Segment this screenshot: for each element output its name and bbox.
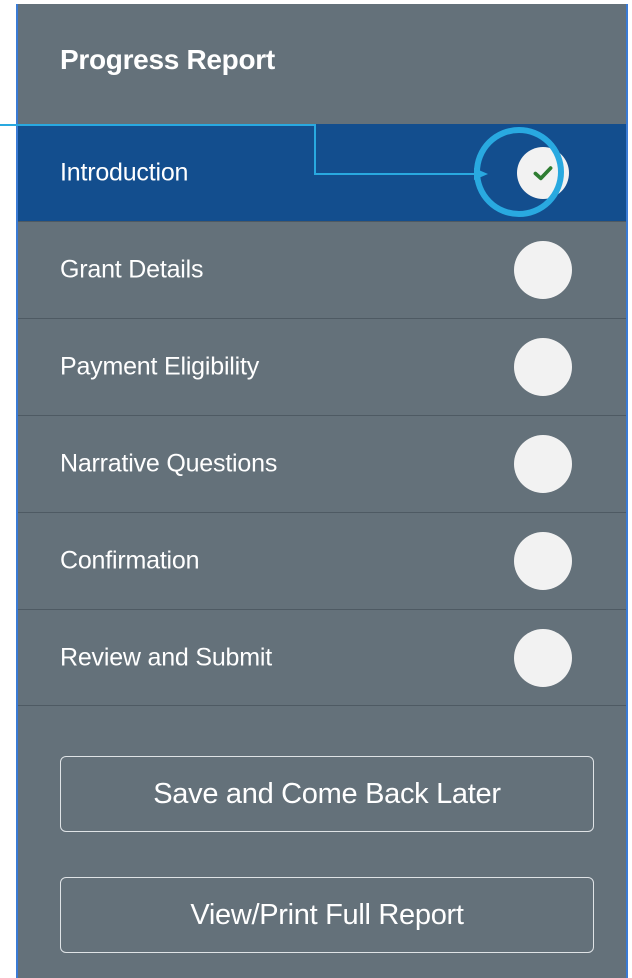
status-incomplete-indicator (514, 532, 572, 590)
view-print-full-report-button[interactable]: View/Print Full Report (60, 877, 594, 953)
status-incomplete-indicator (514, 338, 572, 396)
nav-item-label: Narrative Questions (60, 449, 278, 478)
panel-title: Progress Report (60, 44, 275, 75)
status-incomplete-indicator (514, 628, 572, 687)
nav-item-label: Payment Eligibility (60, 352, 260, 381)
nav-item-label: Grant Details (60, 255, 204, 284)
nav-item-introduction[interactable]: Introduction (18, 124, 626, 221)
nav-item-label: Confirmation (60, 546, 200, 575)
status-complete-indicator (517, 147, 569, 199)
check-icon (533, 166, 553, 181)
nav-item-review-and-submit[interactable]: Review and Submit (18, 609, 626, 706)
progress-steps-list: Introduction Grant Details Payment Eligi… (18, 124, 626, 706)
status-incomplete-indicator (514, 435, 572, 493)
nav-item-label: Introduction (60, 158, 189, 187)
save-and-come-back-later-button[interactable]: Save and Come Back Later (60, 756, 594, 832)
status-incomplete-indicator (514, 241, 572, 299)
progress-report-panel: Progress Report Introduction Grant Detai… (16, 4, 628, 978)
nav-item-label: Review and Submit (60, 643, 272, 671)
nav-item-narrative-questions[interactable]: Narrative Questions (18, 415, 626, 512)
nav-item-payment-eligibility[interactable]: Payment Eligibility (18, 318, 626, 415)
nav-item-grant-details[interactable]: Grant Details (18, 221, 626, 318)
nav-item-confirmation[interactable]: Confirmation (18, 512, 626, 609)
